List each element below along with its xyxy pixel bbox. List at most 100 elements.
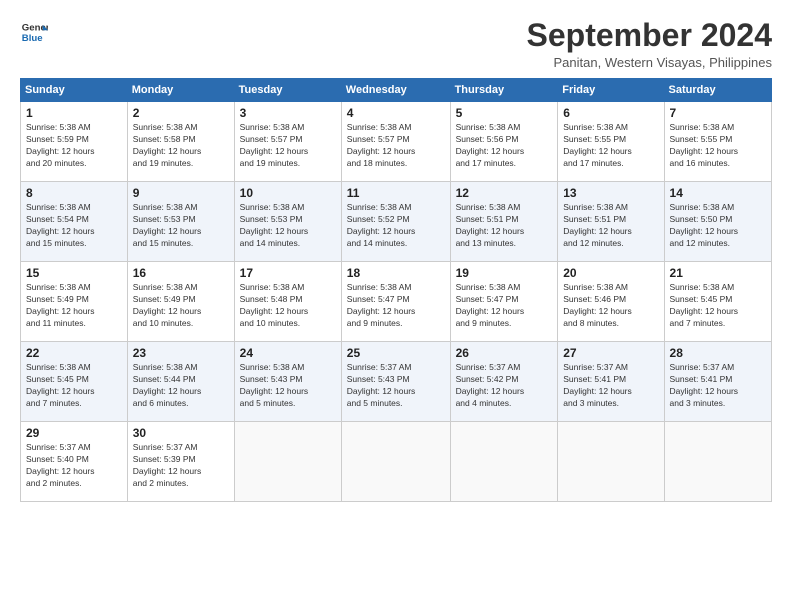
day-info: Sunrise: 5:38 AMSunset: 5:47 PMDaylight:… [347,282,445,330]
day-info: Sunrise: 5:38 AMSunset: 5:46 PMDaylight:… [563,282,658,330]
day-number: 11 [347,186,445,200]
col-monday: Monday [127,79,234,102]
day-number: 14 [670,186,766,200]
day-number: 24 [240,346,336,360]
day-number: 29 [26,426,122,440]
day-number: 12 [456,186,553,200]
col-thursday: Thursday [450,79,558,102]
day-info: Sunrise: 5:38 AMSunset: 5:52 PMDaylight:… [347,202,445,250]
page-title: September 2024 [527,18,772,53]
calendar-table: Sunday Monday Tuesday Wednesday Thursday… [20,78,772,502]
day-info: Sunrise: 5:38 AMSunset: 5:50 PMDaylight:… [670,202,766,250]
table-row: 10 Sunrise: 5:38 AMSunset: 5:53 PMDayligh… [234,182,341,262]
day-info: Sunrise: 5:38 AMSunset: 5:59 PMDaylight:… [26,122,122,170]
day-info: Sunrise: 5:37 AMSunset: 5:41 PMDaylight:… [670,362,766,410]
calendar-week-row: 15 Sunrise: 5:38 AMSunset: 5:49 PMDayligh… [21,262,772,342]
day-number: 25 [347,346,445,360]
table-row: 20 Sunrise: 5:38 AMSunset: 5:46 PMDayligh… [558,262,664,342]
col-saturday: Saturday [664,79,771,102]
table-row [450,422,558,502]
table-row: 6Sunrise: 5:38 AMSunset: 5:55 PMDaylight… [558,102,664,182]
calendar-header-row: Sunday Monday Tuesday Wednesday Thursday… [21,79,772,102]
day-number: 15 [26,266,122,280]
day-number: 16 [133,266,229,280]
day-info: Sunrise: 5:38 AMSunset: 5:58 PMDaylight:… [133,122,229,170]
table-row: 23 Sunrise: 5:38 AMSunset: 5:44 PMDayligh… [127,342,234,422]
day-number: 10 [240,186,336,200]
day-info: Sunrise: 5:38 AMSunset: 5:44 PMDaylight:… [133,362,229,410]
day-number: 28 [670,346,766,360]
day-number: 20 [563,266,658,280]
day-info: Sunrise: 5:37 AMSunset: 5:42 PMDaylight:… [456,362,553,410]
table-row: 1 Sunrise: 5:38 AMSunset: 5:59 PMDaylight… [21,102,128,182]
day-info: Sunrise: 5:38 AMSunset: 5:51 PMDaylight:… [563,202,658,250]
table-row: 11 Sunrise: 5:38 AMSunset: 5:52 PMDayligh… [341,182,450,262]
table-row: 24 Sunrise: 5:38 AMSunset: 5:43 PMDayligh… [234,342,341,422]
day-info: Sunrise: 5:37 AMSunset: 5:41 PMDaylight:… [563,362,658,410]
page-subtitle: Panitan, Western Visayas, Philippines [527,55,772,70]
day-info: Sunrise: 5:38 AMSunset: 5:53 PMDaylight:… [240,202,336,250]
calendar-week-row: 8 Sunrise: 5:38 AMSunset: 5:54 PMDaylight… [21,182,772,262]
table-row: 21Sunrise: 5:38 AMSunset: 5:45 PMDayligh… [664,262,771,342]
col-tuesday: Tuesday [234,79,341,102]
table-row: 13Sunrise: 5:38 AMSunset: 5:51 PMDayligh… [558,182,664,262]
day-info: Sunrise: 5:38 AMSunset: 5:45 PMDaylight:… [670,282,766,330]
table-row: 18 Sunrise: 5:38 AMSunset: 5:47 PMDayligh… [341,262,450,342]
table-row: 9 Sunrise: 5:38 AMSunset: 5:53 PMDaylight… [127,182,234,262]
table-row: 4 Sunrise: 5:38 AMSunset: 5:57 PMDaylight… [341,102,450,182]
day-number: 17 [240,266,336,280]
calendar-week-row: 29 Sunrise: 5:37 AMSunset: 5:40 PMDayligh… [21,422,772,502]
calendar-week-row: 1 Sunrise: 5:38 AMSunset: 5:59 PMDaylight… [21,102,772,182]
table-row: 26 Sunrise: 5:37 AMSunset: 5:42 PMDayligh… [450,342,558,422]
day-info: Sunrise: 5:38 AMSunset: 5:56 PMDaylight:… [456,122,553,170]
day-number: 26 [456,346,553,360]
day-number: 4 [347,106,445,120]
table-row: 8 Sunrise: 5:38 AMSunset: 5:54 PMDaylight… [21,182,128,262]
table-row [664,422,771,502]
table-row: 29 Sunrise: 5:37 AMSunset: 5:40 PMDayligh… [21,422,128,502]
table-row: 5 Sunrise: 5:38 AMSunset: 5:56 PMDaylight… [450,102,558,182]
day-info: Sunrise: 5:37 AMSunset: 5:43 PMDaylight:… [347,362,445,410]
day-number: 8 [26,186,122,200]
calendar-page: General Blue September 2024 Panitan, Wes… [0,0,792,612]
page-header: General Blue September 2024 Panitan, Wes… [20,18,772,70]
day-info: Sunrise: 5:38 AMSunset: 5:49 PMDaylight:… [133,282,229,330]
table-row [341,422,450,502]
table-row [558,422,664,502]
col-sunday: Sunday [21,79,128,102]
table-row: 19 Sunrise: 5:38 AMSunset: 5:47 PMDayligh… [450,262,558,342]
day-info: Sunrise: 5:38 AMSunset: 5:53 PMDaylight:… [133,202,229,250]
day-number: 2 [133,106,229,120]
day-info: Sunrise: 5:38 AMSunset: 5:47 PMDaylight:… [456,282,553,330]
table-row: 2 Sunrise: 5:38 AMSunset: 5:58 PMDaylight… [127,102,234,182]
table-row: 25 Sunrise: 5:37 AMSunset: 5:43 PMDayligh… [341,342,450,422]
day-number: 7 [670,106,766,120]
day-number: 9 [133,186,229,200]
day-info: Sunrise: 5:38 AMSunset: 5:43 PMDaylight:… [240,362,336,410]
day-number: 5 [456,106,553,120]
day-info: Sunrise: 5:37 AMSunset: 5:39 PMDaylight:… [133,442,229,490]
day-number: 18 [347,266,445,280]
day-info: Sunrise: 5:38 AMSunset: 5:45 PMDaylight:… [26,362,122,410]
day-info: Sunrise: 5:38 AMSunset: 5:54 PMDaylight:… [26,202,122,250]
table-row: 17Sunrise: 5:38 AMSunset: 5:48 PMDayligh… [234,262,341,342]
day-info: Sunrise: 5:37 AMSunset: 5:40 PMDaylight:… [26,442,122,490]
day-number: 22 [26,346,122,360]
day-number: 1 [26,106,122,120]
table-row: 30Sunrise: 5:37 AMSunset: 5:39 PMDayligh… [127,422,234,502]
table-row: 22 Sunrise: 5:38 AMSunset: 5:45 PMDayligh… [21,342,128,422]
table-row: 14 Sunrise: 5:38 AMSunset: 5:50 PMDayligh… [664,182,771,262]
table-row: 27Sunrise: 5:37 AMSunset: 5:41 PMDayligh… [558,342,664,422]
calendar-week-row: 22 Sunrise: 5:38 AMSunset: 5:45 PMDayligh… [21,342,772,422]
svg-text:Blue: Blue [22,33,43,44]
day-info: Sunrise: 5:38 AMSunset: 5:57 PMDaylight:… [240,122,336,170]
day-info: Sunrise: 5:38 AMSunset: 5:49 PMDaylight:… [26,282,122,330]
day-number: 6 [563,106,658,120]
day-number: 23 [133,346,229,360]
day-info: Sunrise: 5:38 AMSunset: 5:57 PMDaylight:… [347,122,445,170]
table-row: 16 Sunrise: 5:38 AMSunset: 5:49 PMDayligh… [127,262,234,342]
table-row: 7Sunrise: 5:38 AMSunset: 5:55 PMDaylight… [664,102,771,182]
table-row: 15 Sunrise: 5:38 AMSunset: 5:49 PMDayligh… [21,262,128,342]
table-row [234,422,341,502]
day-number: 19 [456,266,553,280]
